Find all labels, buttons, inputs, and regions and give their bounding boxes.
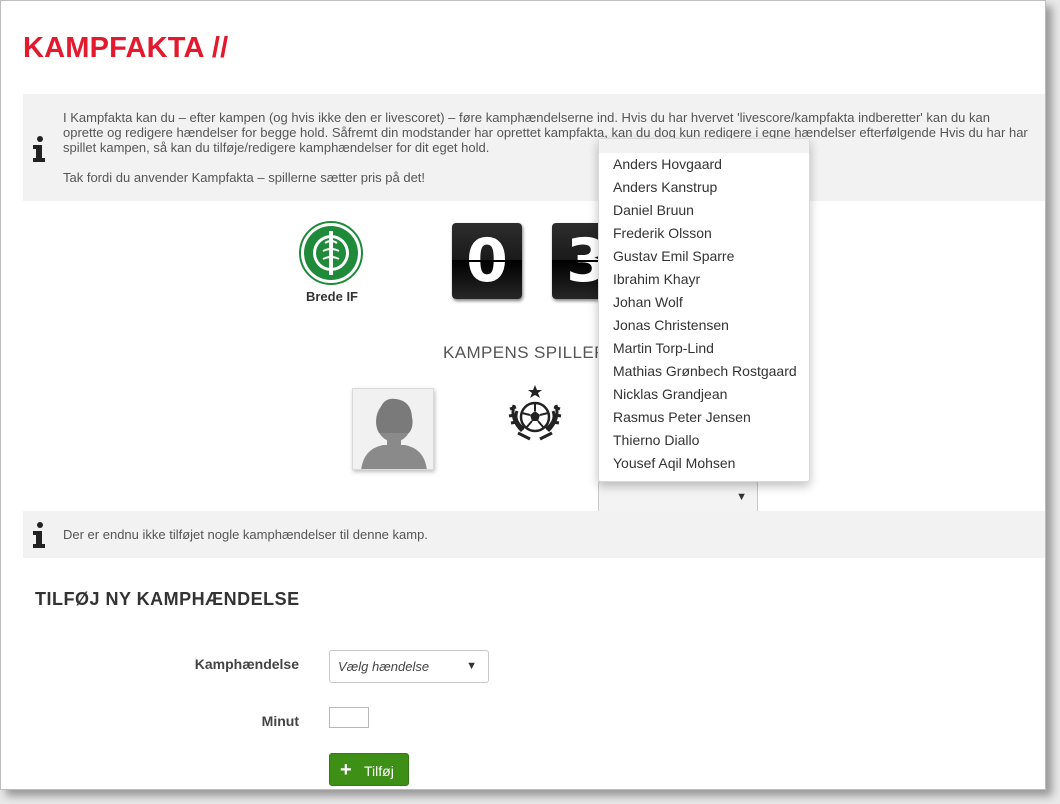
- minute-input[interactable]: [329, 707, 369, 728]
- dropdown-option[interactable]: Martin Torp-Lind: [599, 337, 809, 360]
- dropdown-option[interactable]: Anders Hovgaard: [599, 153, 809, 176]
- app-window: KAMPFAKTA // I Kampfakta kan du – efter …: [0, 0, 1046, 790]
- event-type-placeholder: Vælg hændelse: [338, 659, 430, 674]
- home-team-name: Brede IF: [305, 289, 358, 304]
- player-dropdown-list: Anders Hovgaard Anders Kanstrup Daniel B…: [598, 138, 810, 482]
- brede-if-logo-icon: [299, 221, 363, 285]
- players-heading: KAMPENS SPILLER: [443, 343, 607, 362]
- dropdown-option[interactable]: Rasmus Peter Jensen: [599, 406, 809, 429]
- player-of-match-award-icon: [508, 385, 562, 441]
- dropdown-option[interactable]: Mathias Grønbech Rostgaard: [599, 360, 809, 383]
- chevron-down-icon: ▼: [466, 660, 477, 672]
- no-events-text: Der er endnu ikke tilføjet nogle kamphæn…: [63, 527, 428, 542]
- minute-label: Minut: [261, 713, 299, 729]
- dropdown-option[interactable]: Thierno Diallo: [599, 429, 809, 452]
- info-icon: [33, 136, 45, 162]
- chevron-down-icon: ▼: [736, 491, 747, 503]
- home-score: 0: [452, 223, 522, 299]
- add-event-button-label: Tilføj: [364, 763, 394, 779]
- dropdown-option[interactable]: Frederik Olsson: [599, 222, 809, 245]
- add-event-button[interactable]: + Tilføj: [329, 753, 409, 786]
- dropdown-empty-option[interactable]: [599, 139, 809, 153]
- dropdown-option[interactable]: Anders Kanstrup: [599, 176, 809, 199]
- add-event-title: TILFØJ NY KAMPHÆNDELSE: [35, 589, 300, 609]
- dropdown-option[interactable]: Nicklas Grandjean: [599, 383, 809, 406]
- player-select[interactable]: ▼: [598, 481, 758, 514]
- info-box: I Kampfakta kan du – efter kampen (og hv…: [23, 94, 1045, 201]
- page-title: KAMPFAKTA //: [23, 32, 229, 64]
- events-info-box: Der er endnu ikke tilføjet nogle kamphæn…: [23, 511, 1045, 558]
- event-type-label: Kamphændelse: [194, 656, 299, 672]
- event-type-select[interactable]: Vælg hændelse ▼: [329, 650, 489, 683]
- player-avatar: [352, 388, 434, 470]
- info-icon: [33, 522, 45, 548]
- dropdown-option[interactable]: Ibrahim Khayr: [599, 268, 809, 291]
- person-silhouette-icon: [361, 398, 427, 469]
- dropdown-option[interactable]: Johan Wolf: [599, 291, 809, 314]
- plus-icon: +: [340, 759, 352, 781]
- info-thanks: Tak fordi du anvender Kampfakta – spille…: [63, 170, 426, 185]
- info-paragraph: I Kampfakta kan du – efter kampen (og hv…: [63, 110, 1028, 155]
- dropdown-option[interactable]: Yousef Aqil Mohsen: [599, 452, 809, 475]
- dropdown-option[interactable]: Gustav Emil Sparre: [599, 245, 809, 268]
- dropdown-option[interactable]: Daniel Bruun: [599, 199, 809, 222]
- dropdown-option[interactable]: Jonas Christensen: [599, 314, 809, 337]
